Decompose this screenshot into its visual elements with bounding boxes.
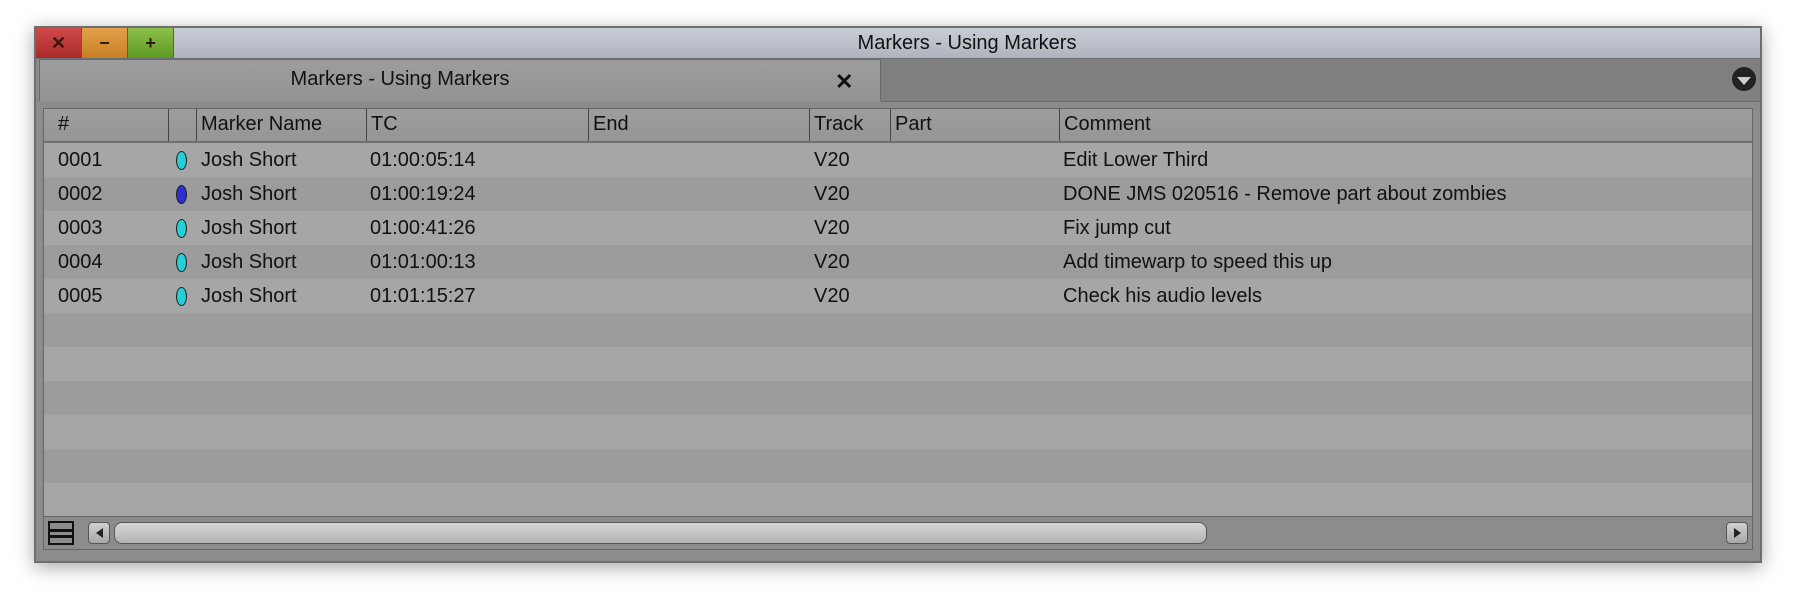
tab-bar: Markers - Using Markers ✕ <box>36 59 1760 102</box>
cell-marker-name[interactable]: Josh Short <box>201 211 297 245</box>
cell-track[interactable]: V20 <box>814 177 850 211</box>
cell-track[interactable]: V20 <box>814 245 850 279</box>
column-header-number[interactable]: # <box>54 109 154 141</box>
cell-tc[interactable]: 01:00:41:26 <box>370 211 476 245</box>
cell-comment[interactable]: Fix jump cut <box>1063 211 1171 245</box>
column-header-marker-name[interactable]: Marker Name <box>196 109 366 141</box>
table-row[interactable]: 0002 Josh Short 01:00:19:24 V20 DONE JMS 020… <box>44 177 1752 211</box>
cell-number[interactable]: 0004 <box>58 245 103 279</box>
cell-number[interactable]: 0005 <box>58 279 103 313</box>
window-minimize-button[interactable]: − <box>82 28 128 58</box>
empty-row <box>44 381 1752 415</box>
tab-menu-icon[interactable] <box>1732 67 1756 91</box>
tab-label: Markers - Using Markers <box>290 68 510 90</box>
cell-tc[interactable]: 01:00:05:14 <box>370 143 476 177</box>
column-header-tc[interactable]: TC <box>366 109 566 141</box>
cell-marker-name[interactable]: Josh Short <box>201 279 297 313</box>
window-maximize-button[interactable]: + <box>128 28 174 58</box>
cell-tc[interactable]: 01:00:19:24 <box>370 177 476 211</box>
table-header: # Marker Name TC End Track Part Comment <box>44 109 1752 143</box>
column-header-track[interactable]: Track <box>809 109 889 141</box>
marker-color-icon[interactable] <box>176 151 187 170</box>
horizontal-scrollbar[interactable] <box>44 516 1752 549</box>
scroll-thumb[interactable] <box>114 522 1207 544</box>
column-header-end[interactable]: End <box>588 109 808 141</box>
cell-number[interactable]: 0002 <box>58 177 103 211</box>
cell-track[interactable]: V20 <box>814 211 850 245</box>
table-row[interactable]: 0005 Josh Short 01:01:15:27 V20 Check his au… <box>44 279 1752 313</box>
cell-tc[interactable]: 01:01:15:27 <box>370 279 476 313</box>
cell-tc[interactable]: 01:01:00:13 <box>370 245 476 279</box>
table-row[interactable]: 0004 Josh Short 01:01:00:13 V20 Add timewarp… <box>44 245 1752 279</box>
title-bar[interactable]: ✕ − + Markers - Using Markers <box>36 28 1760 59</box>
cell-comment[interactable]: Add timewarp to speed this up <box>1063 245 1332 279</box>
tab-bar-empty <box>881 59 1760 102</box>
table-row[interactable]: 0003 Josh Short 01:00:41:26 V20 Fix jump cut <box>44 211 1752 245</box>
cell-marker-name[interactable]: Josh Short <box>201 177 297 211</box>
marker-color-icon[interactable] <box>176 219 187 238</box>
scroll-right-icon[interactable] <box>1726 522 1748 544</box>
empty-row <box>44 415 1752 449</box>
scroll-track[interactable] <box>114 522 1722 544</box>
window-title: Markers - Using Markers <box>857 32 1077 54</box>
cell-track[interactable]: V20 <box>814 143 850 177</box>
cell-number[interactable]: 0001 <box>58 143 103 177</box>
column-header-comment[interactable]: Comment <box>1059 109 1749 141</box>
marker-color-icon[interactable] <box>176 287 187 306</box>
scroll-left-icon[interactable] <box>88 522 110 544</box>
tab-markers[interactable]: Markers - Using Markers ✕ <box>39 59 881 101</box>
markers-table: # Marker Name TC End Track Part Comment … <box>43 108 1753 550</box>
table-body: 0001 Josh Short 01:00:05:14 V20 Edit Lower T… <box>44 143 1752 517</box>
row-height-toggle-icon[interactable] <box>48 521 74 545</box>
marker-color-icon[interactable] <box>176 253 187 272</box>
marker-color-icon[interactable] <box>176 185 187 204</box>
empty-row <box>44 313 1752 347</box>
tab-close-icon[interactable]: ✕ <box>835 69 853 95</box>
column-header-color[interactable] <box>168 109 196 141</box>
column-header-part[interactable]: Part <box>890 109 1058 141</box>
cell-marker-name[interactable]: Josh Short <box>201 143 297 177</box>
cell-comment[interactable]: DONE JMS 020516 - Remove part about zomb… <box>1063 177 1507 211</box>
cell-track[interactable]: V20 <box>814 279 850 313</box>
empty-row <box>44 483 1752 517</box>
cell-comment[interactable]: Check his audio levels <box>1063 279 1262 313</box>
cell-number[interactable]: 0003 <box>58 211 103 245</box>
window-close-button[interactable]: ✕ <box>36 28 82 58</box>
table-row[interactable]: 0001 Josh Short 01:00:05:14 V20 Edit Lower T… <box>44 143 1752 177</box>
cell-comment[interactable]: Edit Lower Third <box>1063 143 1208 177</box>
empty-row <box>44 449 1752 483</box>
cell-marker-name[interactable]: Josh Short <box>201 245 297 279</box>
markers-window: ✕ − + Markers - Using Markers Markers - … <box>34 26 1762 563</box>
empty-row <box>44 347 1752 381</box>
